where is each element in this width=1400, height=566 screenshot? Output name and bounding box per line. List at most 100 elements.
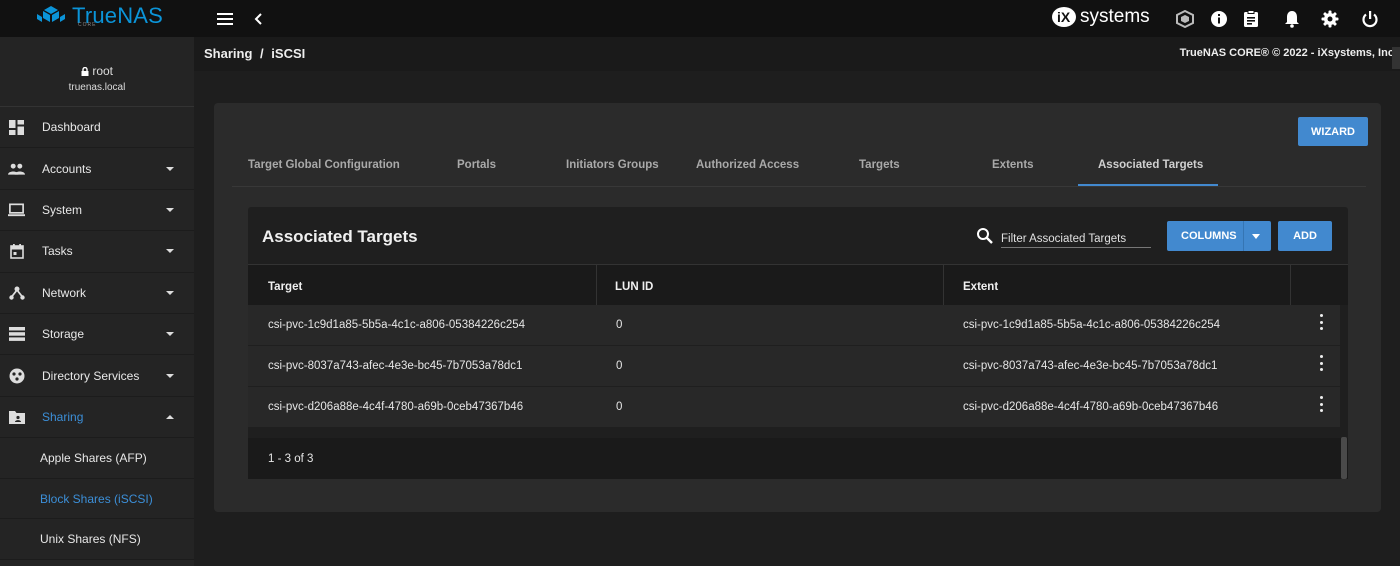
power-icon[interactable] <box>1360 9 1380 29</box>
sidebar-subitem-afp[interactable]: Apple Shares (AFP) <box>0 438 194 479</box>
chevron-down-icon <box>166 166 174 171</box>
sidebar-item-label: Dashboard <box>42 120 101 135</box>
sidebar-item-storage[interactable]: Storage <box>0 314 194 356</box>
info-icon[interactable] <box>1209 9 1229 29</box>
tab-authorized-access[interactable]: Authorized Access <box>696 159 799 171</box>
copyright-text: TrueNAS CORE® © 2022 - iXsystems, Inc. <box>1179 47 1397 59</box>
pagination-range: 1 - 3 of 3 <box>268 453 314 465</box>
sidebar-item-directory-services[interactable]: Directory Services <box>0 355 194 397</box>
sidebar-item-dashboard[interactable]: Dashboard <box>0 107 194 149</box>
truecommand-icon[interactable] <box>1175 9 1195 29</box>
username: root <box>92 64 114 78</box>
column-divider <box>596 265 597 306</box>
sidebar-subitem-label: Apple Shares (AFP) <box>40 450 147 465</box>
cell-lun-id: 0 <box>616 401 623 413</box>
chevron-down-icon <box>166 207 174 212</box>
sidebar-item-network[interactable]: Network <box>0 273 194 314</box>
chevron-down-icon <box>166 290 174 295</box>
row-actions-icon[interactable] <box>1316 355 1326 371</box>
table-row[interactable]: csi-pvc-8037a743-afec-4e3e-bc45-7b7053a7… <box>248 346 1340 387</box>
user-panel: root truenas.local <box>0 37 194 107</box>
active-tab-indicator <box>1078 184 1218 186</box>
sidebar-subitem-label: Unix Shares (NFS) <box>40 532 141 547</box>
network-icon <box>8 284 25 301</box>
truenas-logo[interactable]: TrueNAS <box>36 5 163 27</box>
row-actions-icon[interactable] <box>1316 396 1326 412</box>
dropdown-arrow-icon[interactable] <box>1252 234 1260 239</box>
top-bar: TrueNAS CORE iX systems <box>0 0 1400 37</box>
table-scrollbar[interactable] <box>1341 437 1347 479</box>
collapse-sidebar-icon[interactable] <box>248 9 268 29</box>
table-footer: 1 - 3 of 3 <box>248 438 1348 479</box>
cell-extent: csi-pvc-8037a743-afec-4e3e-bc45-7b7053a7… <box>963 360 1218 372</box>
add-button[interactable]: ADD <box>1278 221 1332 251</box>
sidebar-subitem-iscsi[interactable]: Block Shares (iSCSI) <box>0 479 194 520</box>
brand-edition: CORE <box>78 22 97 28</box>
columns-button[interactable]: COLUMNS <box>1167 221 1271 251</box>
tab-associated-targets[interactable]: Associated Targets <box>1098 159 1203 171</box>
breadcrumb: Sharing / iSCSI <box>204 46 305 61</box>
clipboard-icon[interactable] <box>1241 9 1261 29</box>
chevron-up-icon <box>166 414 174 419</box>
tab-portals[interactable]: Portals <box>457 159 496 171</box>
truenas-logo-icon <box>37 6 65 22</box>
cell-target: csi-pvc-d206a88e-4c4f-4780-a69b-0ceb4736… <box>268 401 524 413</box>
columns-button-label: COLUMNS <box>1181 230 1237 242</box>
laptop-icon <box>8 201 25 218</box>
sidebar-subitem-label: Block Shares (iSCSI) <box>40 491 153 506</box>
table-title: Associated Targets <box>262 227 418 246</box>
column-header-extent[interactable]: Extent <box>963 281 998 293</box>
column-header-target[interactable]: Target <box>268 281 302 293</box>
cell-extent: csi-pvc-d206a88e-4c4f-4780-a69b-0ceb4736… <box>963 401 1219 413</box>
tab-extents[interactable]: Extents <box>992 159 1034 171</box>
storage-icon <box>8 326 25 343</box>
filter-input[interactable] <box>1001 224 1151 248</box>
column-divider <box>1290 265 1291 306</box>
breadcrumb-sharing[interactable]: Sharing <box>204 46 252 61</box>
page-scrollbar[interactable] <box>1392 47 1400 69</box>
chevron-down-icon <box>166 373 174 378</box>
sidebar-item-tasks[interactable]: Tasks <box>0 231 194 273</box>
table-header: Target LUN ID Extent <box>248 264 1348 306</box>
dashboard-icon <box>8 119 25 136</box>
row-actions-icon[interactable] <box>1316 314 1326 330</box>
table-row[interactable]: csi-pvc-1c9d1a85-5b5a-4c1c-a806-05384226… <box>248 305 1340 346</box>
ixsystems-logo-icon: iX <box>1052 7 1076 27</box>
sidebar-item-label: Network <box>42 285 87 300</box>
breadcrumb-separator: / <box>260 46 264 61</box>
wizard-button[interactable]: WIZARD <box>1298 117 1368 146</box>
tab-target-global-configuration[interactable]: Target Global Configuration <box>248 159 400 171</box>
breadcrumb-bar: Sharing / iSCSI TrueNAS CORE® © 2022 - i… <box>194 37 1400 71</box>
chevron-down-icon <box>166 249 174 254</box>
table-row[interactable]: csi-pvc-d206a88e-4c4f-4780-a69b-0ceb4736… <box>248 387 1340 428</box>
sidebar-item-sharing[interactable]: Sharing <box>0 397 194 439</box>
sidebar-item-label: Tasks <box>42 244 73 259</box>
notifications-icon[interactable] <box>1282 9 1302 29</box>
column-header-lun-id[interactable]: LUN ID <box>615 281 653 293</box>
menu-icon[interactable] <box>215 9 235 29</box>
sidebar-item-label: Storage <box>42 327 85 342</box>
cell-target: csi-pvc-8037a743-afec-4e3e-bc45-7b7053a7… <box>268 360 523 372</box>
people-icon <box>8 160 25 177</box>
settings-gear-icon[interactable] <box>1320 9 1340 29</box>
calendar-icon <box>8 243 25 260</box>
column-divider <box>943 265 944 306</box>
tab-initiators-groups[interactable]: Initiators Groups <box>566 159 659 171</box>
columns-button-divider <box>1243 221 1244 251</box>
sidebar-item-label: Directory Services <box>42 368 140 383</box>
chevron-down-icon <box>166 332 174 337</box>
sidebar-item-accounts[interactable]: Accounts <box>0 148 194 190</box>
ixsystems-logo[interactable]: iX systems <box>1050 6 1150 28</box>
cell-lun-id: 0 <box>616 360 623 372</box>
sidebar-item-system[interactable]: System <box>0 190 194 232</box>
sidebar: root truenas.local Dashboard Accounts Sy… <box>0 37 194 566</box>
cell-extent: csi-pvc-1c9d1a85-5b5a-4c1c-a806-05384226… <box>963 319 1221 331</box>
sidebar-subitem-nfs[interactable]: Unix Shares (NFS) <box>0 519 194 560</box>
sidebar-item-label: System <box>42 202 83 217</box>
tab-divider <box>232 186 1366 187</box>
hostname: truenas.local <box>68 82 126 93</box>
tab-targets[interactable]: Targets <box>859 159 900 171</box>
sidebar-item-label: Sharing <box>42 409 84 424</box>
vendor-name: systems <box>1080 6 1150 27</box>
folder-shared-icon <box>8 408 25 425</box>
